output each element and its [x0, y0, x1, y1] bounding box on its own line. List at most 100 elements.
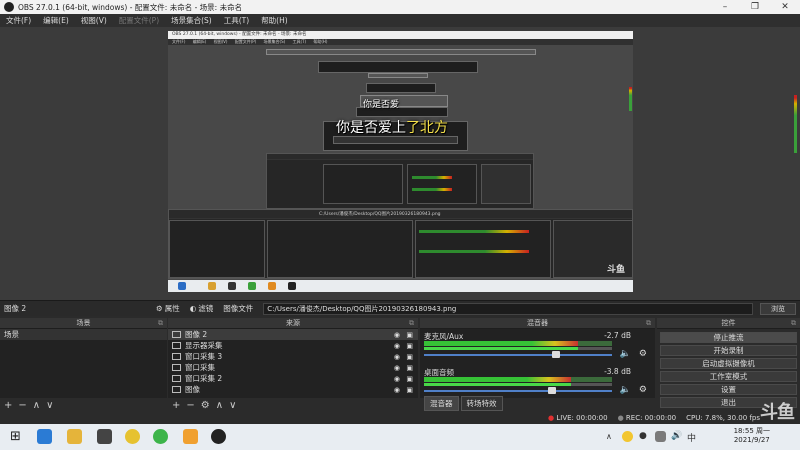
nested-obs-window-small	[266, 153, 534, 209]
qq-browser-icon[interactable]	[125, 429, 140, 444]
obs-logo-icon	[4, 2, 14, 12]
tray-ime-icon[interactable]: 中	[687, 431, 698, 444]
nested-watermark: 斗鱼	[607, 265, 626, 275]
meter-fill	[424, 341, 579, 346]
orange-app-icon[interactable]	[183, 429, 198, 444]
volume-slider-handle[interactable]	[547, 387, 556, 394]
remove-scene-button[interactable]: −	[18, 400, 26, 411]
tray-network-icon[interactable]	[655, 431, 666, 442]
meter-fill	[424, 347, 579, 350]
settings-button[interactable]: 设置	[660, 384, 797, 395]
move-scene-up-button[interactable]: ∧	[33, 400, 40, 411]
gear-icon[interactable]: ⚙	[639, 349, 647, 359]
source-label: 窗口采集 3	[185, 352, 223, 361]
volume-meter-secondary	[424, 347, 612, 350]
tab-mixer[interactable]: 混音器	[424, 396, 459, 411]
file-explorer-icon[interactable]	[67, 429, 82, 444]
lock-icon[interactable]: ▣	[406, 331, 413, 339]
lock-icon[interactable]: ▣	[406, 364, 413, 372]
volume-slider[interactable]	[424, 354, 612, 356]
gear-icon[interactable]: ⚙	[639, 385, 647, 395]
nested-preview-8	[333, 136, 458, 144]
nested-panel	[481, 164, 531, 204]
start-virtual-camera-button[interactable]: 启动虚拟摄像机	[660, 358, 797, 369]
image-path-field[interactable]: C:/Users/潘俊杰/Desktop/QQ图片20190326180943.…	[263, 302, 754, 315]
tray-mic-icon[interactable]: ●	[639, 431, 650, 442]
browse-button[interactable]: 浏览	[760, 303, 796, 315]
speaker-mute-icon[interactable]: 🔈	[620, 349, 631, 359]
dock-float-icon[interactable]: ⧉	[158, 318, 163, 329]
add-scene-button[interactable]: +	[4, 400, 12, 411]
scenes-title: 场景	[76, 319, 91, 327]
lock-icon[interactable]: ▣	[406, 342, 413, 350]
windows-start-icon[interactable]: ⊞	[8, 429, 23, 444]
lyric-large-part-a: 你是否爱上	[336, 120, 406, 136]
mixer-title: 混音器	[527, 319, 548, 327]
window-icon	[172, 375, 181, 382]
obs-taskbar-icon[interactable]	[211, 429, 226, 444]
stop-streaming-button[interactable]: 停止推流	[660, 332, 797, 343]
nested-taskbar-icon	[248, 282, 256, 290]
channel-name: 桌面音频	[424, 368, 454, 377]
dock-float-icon[interactable]: ⧉	[791, 318, 796, 329]
dock-float-icon[interactable]: ⧉	[646, 318, 651, 329]
menu-edit[interactable]: 编辑(E)	[37, 15, 75, 26]
source-item[interactable]: 窗口采集 2 ◉ ▣	[168, 373, 418, 384]
source-properties-gear-icon[interactable]: ⚙	[201, 400, 210, 411]
source-item[interactable]: 图像 2 ◉ ▣	[168, 329, 418, 340]
ie-browser-icon[interactable]	[37, 429, 52, 444]
nested-meter	[412, 176, 452, 179]
scene-item[interactable]: 场景	[0, 329, 167, 340]
source-item[interactable]: 图像 ◉ ▣	[168, 384, 418, 395]
menu-bar: 文件(F) 编辑(E) 视图(V) 配置文件(P) 场景集合(S) 工具(T) …	[0, 14, 800, 27]
preview-area[interactable]: OBS 27.0.1 (64-bit, windows) - 配置文件: 未命名…	[0, 27, 800, 300]
lock-icon[interactable]: ▣	[406, 386, 413, 394]
move-scene-down-button[interactable]: ∨	[46, 400, 53, 411]
move-source-down-button[interactable]: ∨	[229, 400, 236, 411]
app-286-icon[interactable]	[97, 429, 112, 444]
clock-date: 2021/9/27	[733, 436, 770, 444]
source-item[interactable]: 窗口采集 ◉ ▣	[168, 362, 418, 373]
maximize-button[interactable]: ❐	[740, 2, 770, 12]
visibility-eye-icon[interactable]: ◉	[394, 342, 400, 350]
speaker-mute-icon[interactable]: 🔈	[620, 385, 631, 395]
visibility-eye-icon[interactable]: ◉	[394, 375, 400, 383]
system-clock[interactable]: 18:55 周一 2021/9/27	[734, 427, 770, 445]
menu-help[interactable]: 帮助(H)	[255, 15, 294, 26]
channel-name: 麦克风/Aux	[424, 332, 464, 341]
tray-up-arrow-icon[interactable]: ∧	[606, 432, 616, 442]
menu-profile[interactable]: 配置文件(P)	[113, 15, 165, 26]
dock-float-icon[interactable]: ⧉	[409, 318, 414, 329]
menu-file[interactable]: 文件(F)	[0, 15, 37, 26]
volume-slider-handle[interactable]	[551, 351, 560, 358]
menu-view[interactable]: 视图(V)	[75, 15, 113, 26]
add-source-button[interactable]: +	[172, 400, 180, 411]
visibility-eye-icon[interactable]: ◉	[394, 331, 400, 339]
tab-transitions[interactable]: 转场特效	[460, 396, 503, 411]
properties-button[interactable]: ⚙ 属性	[156, 303, 180, 314]
lock-icon[interactable]: ▣	[406, 353, 413, 361]
studio-mode-button[interactable]: 工作室模式	[660, 371, 797, 382]
source-item[interactable]: 显示器采集 ◉ ▣	[168, 340, 418, 351]
visibility-eye-icon[interactable]: ◉	[394, 364, 400, 372]
source-item[interactable]: 窗口采集 3 ◉ ▣	[168, 351, 418, 362]
visibility-eye-icon[interactable]: ◉	[394, 353, 400, 361]
nested-mixer-panel	[415, 220, 551, 278]
tray-volume-icon[interactable]: 🔊	[671, 431, 682, 442]
preview-canvas[interactable]: OBS 27.0.1 (64-bit, windows) - 配置文件: 未命名…	[168, 31, 633, 292]
menu-tools[interactable]: 工具(T)	[218, 15, 255, 26]
move-source-up-button[interactable]: ∧	[216, 400, 223, 411]
remove-source-button[interactable]: −	[186, 400, 194, 411]
close-button[interactable]: ✕	[770, 2, 800, 12]
green-app-icon[interactable]	[153, 429, 168, 444]
menu-scene-collection[interactable]: 场景集合(S)	[165, 15, 218, 26]
volume-slider[interactable]	[424, 390, 612, 392]
monitor-icon	[172, 342, 181, 349]
minimize-button[interactable]: –	[710, 2, 740, 12]
filters-button[interactable]: ◐ 滤镜	[190, 303, 214, 314]
start-recording-button[interactable]: 开始录制	[660, 345, 797, 356]
lock-icon[interactable]: ▣	[406, 375, 413, 383]
windows-taskbar: ⊞ ∧ ● 🔊 中 18:55 周一 2021/9/27	[0, 424, 800, 450]
tray-yellow-icon[interactable]	[622, 431, 633, 442]
visibility-eye-icon[interactable]: ◉	[394, 386, 400, 394]
